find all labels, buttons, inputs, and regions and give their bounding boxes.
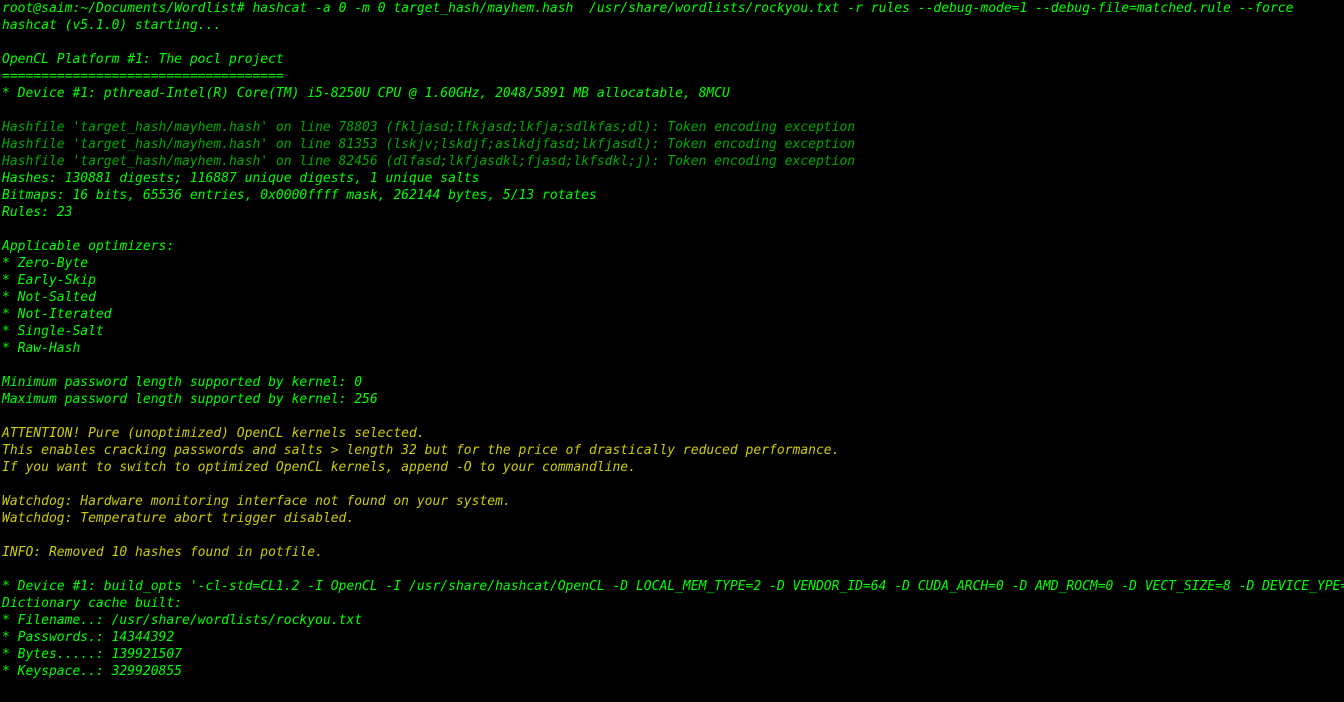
watchdog-line: Watchdog: Hardware monitoring interface … — [2, 494, 511, 509]
optimizer-item: * Single-Salt — [2, 324, 104, 339]
optimizer-item: * Zero-Byte — [2, 256, 88, 271]
hashfile-error: Hashfile 'target_hash/mayhem.hash' on li… — [2, 120, 855, 135]
shell-command: hashcat -a 0 -m 0 target_hash/mayhem.has… — [252, 1, 1293, 16]
dict-filename: * Filename..: /usr/share/wordlists/rocky… — [2, 613, 362, 628]
hashes-line: Hashes: 130881 digests; 116887 unique di… — [2, 171, 479, 186]
rules-line: Rules: 23 — [2, 205, 72, 220]
optimizers-header: Applicable optimizers: — [2, 239, 174, 254]
shell-prompt: root@saim:~/Documents/Wordlist# — [2, 1, 245, 16]
max-pw-line: Maximum password length supported by ker… — [2, 392, 378, 407]
build-opts-line: * Device #1: build_opts '-cl-std=CL1.2 -… — [2, 579, 1344, 594]
attention-line: ATTENTION! Pure (unoptimized) OpenCL ker… — [2, 426, 425, 441]
platform-header: OpenCL Platform #1: The pocl project — [2, 52, 284, 67]
optimizer-item: * Raw-Hash — [2, 341, 80, 356]
info-removed-line: INFO: Removed 10 hashes found in potfile… — [2, 545, 323, 560]
device-line: * Device #1: pthread-Intel(R) Core(TM) i… — [2, 86, 730, 101]
terminal-output[interactable]: root@saim:~/Documents/Wordlist# hashcat … — [0, 0, 1344, 680]
attention-line: If you want to switch to optimized OpenC… — [2, 460, 636, 475]
min-pw-line: Minimum password length supported by ker… — [2, 375, 362, 390]
optimizer-item: * Not-Iterated — [2, 307, 112, 322]
attention-line: This enables cracking passwords and salt… — [2, 443, 839, 458]
starting-line: hashcat (v5.1.0) starting... — [2, 18, 221, 33]
hashfile-error: Hashfile 'target_hash/mayhem.hash' on li… — [2, 137, 855, 152]
dict-header: Dictionary cache built: — [2, 596, 182, 611]
hashfile-error: Hashfile 'target_hash/mayhem.hash' on li… — [2, 154, 855, 169]
watchdog-line: Watchdog: Temperature abort trigger disa… — [2, 511, 354, 526]
dict-bytes: * Bytes.....: 139921507 — [2, 647, 182, 662]
optimizer-item: * Not-Salted — [2, 290, 96, 305]
bitmaps-line: Bitmaps: 16 bits, 65536 entries, 0x0000f… — [2, 188, 597, 203]
dict-passwords: * Passwords.: 14344392 — [2, 630, 174, 645]
platform-divider: ==================================== — [2, 69, 284, 84]
dict-keyspace: * Keyspace..: 329920855 — [2, 664, 182, 679]
optimizer-item: * Early-Skip — [2, 273, 96, 288]
